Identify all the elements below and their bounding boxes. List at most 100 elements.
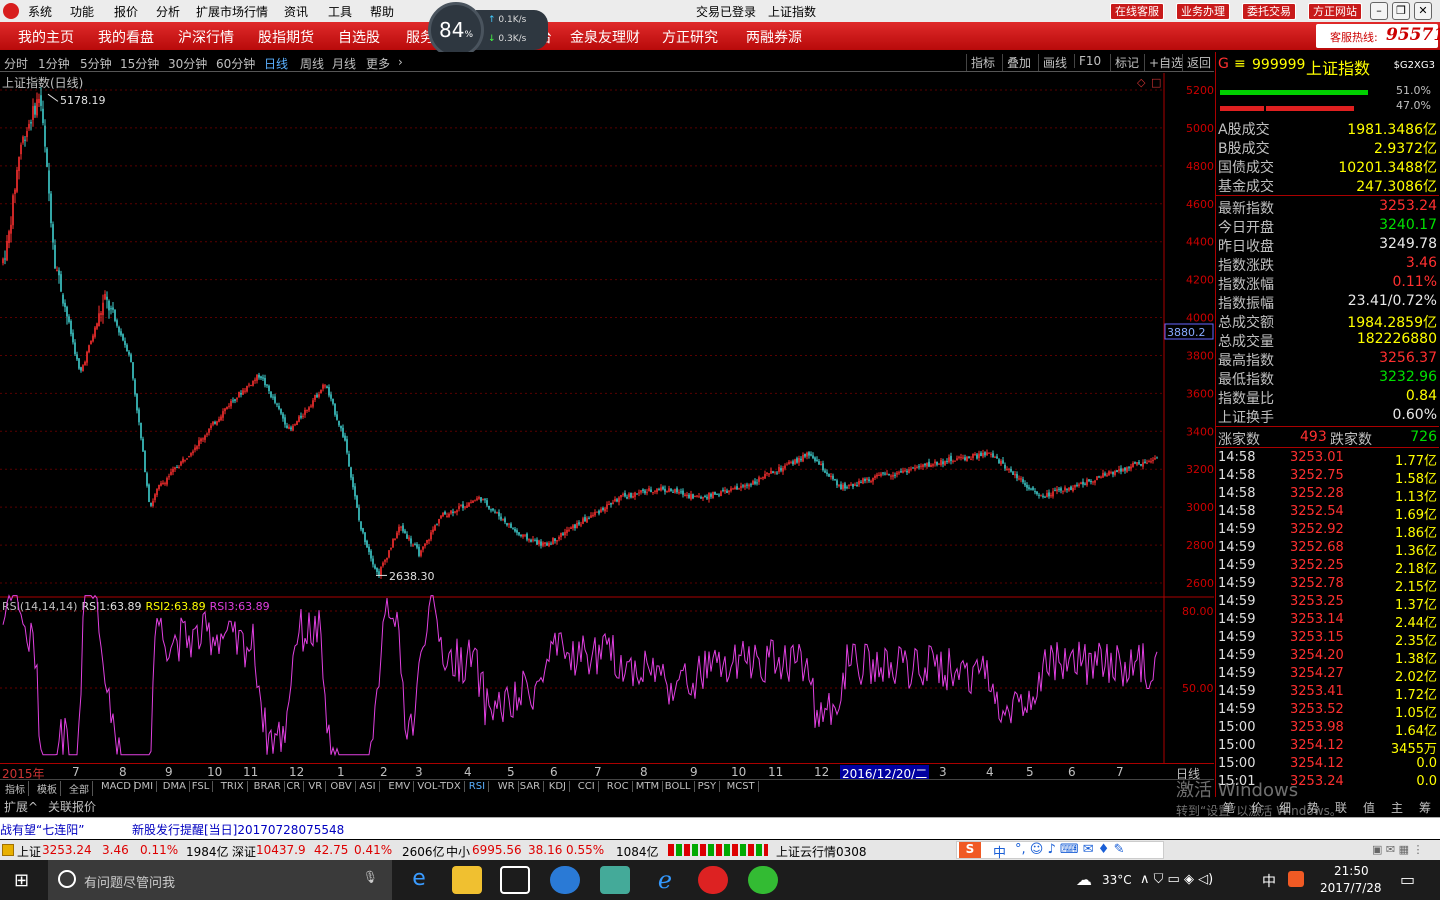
restore-icon[interactable]: ❐ <box>1392 2 1410 20</box>
microphone-icon[interactable]: 🎙 <box>363 870 378 884</box>
trade-button[interactable]: 委托交易 <box>1242 3 1296 20</box>
search-box[interactable]: 有问题尽管问我 🎙 <box>48 860 392 900</box>
expand-tab[interactable]: 扩展^ <box>4 798 38 815</box>
website-button[interactable]: 方正网站 <box>1308 3 1362 20</box>
stock-app-icon[interactable] <box>698 866 728 894</box>
period-15min[interactable]: 15分钟 <box>120 55 159 72</box>
tool-draw[interactable]: 画线 <box>1038 54 1067 71</box>
tool-overlay[interactable]: 叠加 <box>1002 54 1031 71</box>
browser-icon[interactable] <box>748 866 778 894</box>
edge-icon[interactable]: e <box>404 866 434 894</box>
tool-indicator[interactable]: 指标 <box>966 54 995 71</box>
ticker-item[interactable]: 战有望“七连阳” <box>0 821 84 838</box>
chevron-right-icon[interactable]: › <box>398 55 403 69</box>
period-1min[interactable]: 1分钟 <box>38 55 70 72</box>
tray-icons[interactable]: ∧ ⛉ ▭ ◈ ◁) <box>1140 872 1213 887</box>
ime-tools-icon[interactable]: °, ☺ ♪ ⌨ ✉ ♦ ✎ <box>1015 842 1124 857</box>
period-daily[interactable]: 日线 <box>264 55 288 72</box>
indicator-tab[interactable]: VOL-TDX <box>414 781 465 792</box>
indicator-tab[interactable]: BOLL <box>662 781 695 792</box>
indicator-tab[interactable]: ASI <box>356 781 380 792</box>
indicator-tab[interactable]: 全部 <box>66 781 93 796</box>
business-button[interactable]: 业务办理 <box>1176 3 1230 20</box>
indicator-tab[interactable]: MCST <box>724 781 759 792</box>
ime-toolbar[interactable]: S 中 °, ☺ ♪ ⌨ ✉ ♦ ✎ <box>956 841 1164 861</box>
ime-mode[interactable]: 中 <box>993 842 1006 861</box>
nav-my-watch[interactable]: 我的看盘 <box>98 27 154 47</box>
indicator-tab[interactable]: RSI <box>466 781 490 792</box>
nav-shsz-quotes[interactable]: 沪深行情 <box>178 27 234 47</box>
detail-tab[interactable]: 笔 <box>1223 799 1235 816</box>
tool-back[interactable]: 返回 <box>1182 54 1211 71</box>
detail-tab[interactable]: 细 <box>1279 799 1291 816</box>
menu-tools[interactable]: 工具 <box>328 3 352 20</box>
indicator-tab[interactable]: VR <box>305 781 327 792</box>
ticker-item[interactable]: 新股发行提醒[当日]20170728075548 <box>132 821 344 838</box>
ie-alt-icon[interactable] <box>550 866 580 894</box>
period-monthly[interactable]: 月线 <box>332 55 356 72</box>
file-explorer-icon[interactable] <box>452 866 482 894</box>
indicator-tab[interactable]: OBV <box>327 781 356 792</box>
nav-wealth[interactable]: 金泉友理财 <box>570 27 640 47</box>
detail-tab[interactable]: 势 <box>1307 799 1319 816</box>
indicator-tab[interactable]: SAR <box>517 781 545 792</box>
detail-tab[interactable]: 价 <box>1251 799 1263 816</box>
notification-icon[interactable]: ▭ <box>1400 870 1415 889</box>
menu-help[interactable]: 帮助 <box>370 3 394 20</box>
indicator-tab[interactable]: CR <box>283 781 305 792</box>
ime-indicator[interactable]: 中 <box>1262 871 1276 891</box>
tool-mark[interactable]: 标记 <box>1110 54 1139 71</box>
indicator-tab[interactable]: DMA <box>160 781 190 792</box>
ie-icon[interactable]: ℯ <box>650 866 680 894</box>
tray-icons[interactable]: ▣ ✉ ▦ ⋮ <box>1372 843 1424 856</box>
nav-margin[interactable]: 两融券源 <box>746 27 802 47</box>
indicator-tab[interactable]: MTM <box>633 781 664 792</box>
period-more[interactable]: 更多 <box>366 55 390 72</box>
indicator-tab[interactable]: 指标 <box>2 781 29 796</box>
minimize-icon[interactable]: – <box>1370 2 1388 20</box>
indicator-tab[interactable]: MACD <box>98 781 135 792</box>
nav-home[interactable]: 我的主页 <box>18 27 74 47</box>
online-service-button[interactable]: 在线客服 <box>1110 3 1164 20</box>
indicator-tab[interactable]: PSY <box>695 781 721 792</box>
indicator-tab[interactable]: TRIX <box>218 781 248 792</box>
indicator-tab[interactable]: DMI <box>131 781 158 792</box>
indicator-tab[interactable]: ROC <box>604 781 633 792</box>
detail-tab[interactable]: 筹 <box>1419 799 1431 816</box>
tool-f10[interactable]: F10 <box>1074 54 1101 68</box>
period-60min[interactable]: 60分钟 <box>216 55 255 72</box>
menu-function[interactable]: 功能 <box>70 3 94 20</box>
menu-system[interactable]: 系统 <box>28 3 52 20</box>
period-weekly[interactable]: 周线 <box>300 55 324 72</box>
nav-futures[interactable]: 股指期货 <box>258 27 314 47</box>
close-icon[interactable]: ✕ <box>1414 2 1432 20</box>
square-icon[interactable]: □ <box>1151 76 1161 89</box>
network-speed-widget[interactable]: ↑ 0.1K/s ↓ 0.3K/s 84% <box>428 2 548 58</box>
kline-chart[interactable]: 上证指数(日线) 5178.19 2638.30 5200 5000 4800 460… <box>0 73 1214 763</box>
period-tick[interactable]: 分时 <box>4 55 28 72</box>
indicator-tab[interactable]: CCI <box>575 781 599 792</box>
indicator-tab[interactable]: EMV <box>385 781 415 792</box>
store-icon[interactable] <box>500 866 530 894</box>
related-quote-tab[interactable]: 关联报价 <box>48 798 96 815</box>
tool-add-watch[interactable]: +自选 <box>1144 54 1183 71</box>
nav-research[interactable]: 方正研究 <box>662 27 718 47</box>
period-30min[interactable]: 30分钟 <box>168 55 207 72</box>
menu-icon[interactable]: ≡ <box>1234 56 1246 72</box>
detail-tab[interactable]: 值 <box>1363 799 1375 816</box>
menu-quote[interactable]: 报价 <box>114 3 138 20</box>
indicator-tab[interactable]: 模板 <box>34 781 61 796</box>
diamond-icon[interactable]: ◇ <box>1137 76 1146 89</box>
menu-analysis[interactable]: 分析 <box>156 3 180 20</box>
menu-extended-market[interactable]: 扩展市场行情 <box>196 3 268 20</box>
indicator-tab[interactable]: BRAR <box>251 781 285 792</box>
detail-tab[interactable]: 联 <box>1335 799 1347 816</box>
start-icon[interactable]: ⊞ <box>14 870 29 891</box>
period-5min[interactable]: 5分钟 <box>80 55 112 72</box>
app-icon[interactable] <box>600 866 630 894</box>
indicator-tab[interactable]: KDJ <box>546 781 571 792</box>
sogou-tray-icon[interactable] <box>1288 871 1304 887</box>
indicator-tab[interactable]: WR <box>495 781 519 792</box>
menu-news[interactable]: 资讯 <box>284 3 308 20</box>
detail-tab[interactable]: 主 <box>1391 799 1403 816</box>
